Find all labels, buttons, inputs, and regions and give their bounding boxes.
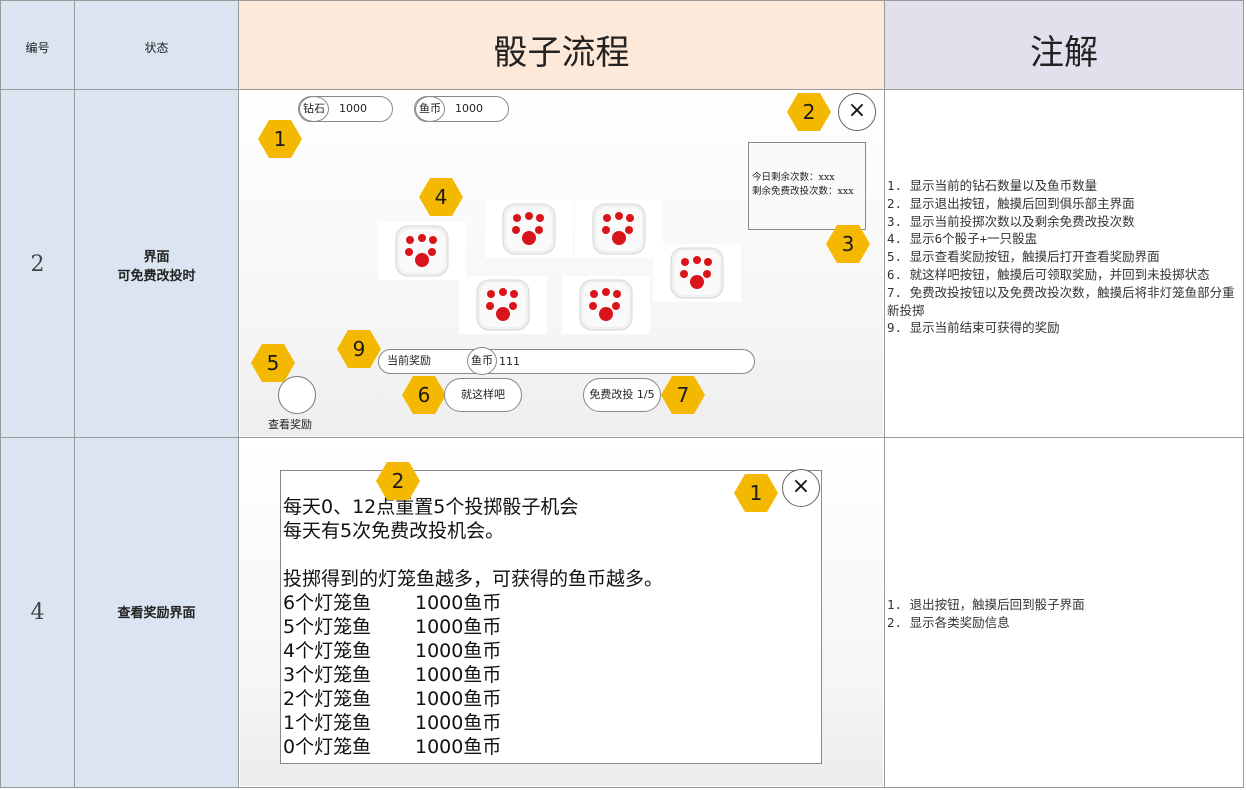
reward-row: 2个灯笼鱼 1000鱼币 xyxy=(283,687,663,711)
header-state-cell: 状态 xyxy=(74,0,239,90)
reward-blank xyxy=(283,543,663,567)
header-state: 状态 xyxy=(144,41,169,55)
free-reroll-button[interactable]: 免费改投 1/5 xyxy=(583,378,661,412)
reward-coins: 1000鱼币 xyxy=(415,592,502,614)
view-reward-button[interactable] xyxy=(278,376,316,414)
header-notes: 注解 xyxy=(1030,33,1098,73)
reward-row: 6个灯笼鱼 1000鱼币 xyxy=(283,591,663,615)
reward-row: 1个灯笼鱼 1000鱼币 xyxy=(283,711,663,735)
row4-notes-cell: 1. 退出按钮，触摸后回到骰子界面 2. 显示各类奖励信息 xyxy=(884,437,1244,788)
view-reward-label: 查看奖励 xyxy=(268,418,312,431)
fishcoin-counter: 鱼币 1000 xyxy=(414,96,509,122)
marker-5: 5 xyxy=(251,344,295,382)
reward-label: 当前奖励 xyxy=(387,354,431,367)
note-item: 4. 显示6个骰子+一只骰盅 xyxy=(887,231,1038,247)
reward-row: 3个灯笼鱼 1000鱼币 xyxy=(283,663,663,687)
row2-notes: 1. 显示当前的钻石数量以及鱼币数量 2. 显示退出按钮，触摸后回到俱乐部主界面… xyxy=(887,177,1239,337)
note-item: 9. 显示当前结束可获得的奖励 xyxy=(887,320,1060,336)
die-2 xyxy=(485,200,573,258)
die-6 xyxy=(562,276,650,334)
note-item: 5. 显示查看奖励按钮，触摸后打开查看奖励界面 xyxy=(887,249,1160,265)
row2-state-cell: 界面 可免费改投时 xyxy=(74,89,239,438)
reward-screen-mock: 每天0、12点重置5个投掷骰子机会 每天有5次免费改投机会。 投掷得到的灯笼鱼越… xyxy=(240,438,883,786)
row2-state-line1: 界面 xyxy=(143,250,170,265)
marker-3: 3 xyxy=(826,225,870,263)
reward-line1: 每天0、12点重置5个投掷骰子机会 xyxy=(283,496,579,518)
reward-value: 111 xyxy=(499,355,520,368)
row4-id: 4 xyxy=(30,600,45,625)
reward-row: 0个灯笼鱼 1000鱼币 xyxy=(283,735,663,759)
diamond-counter: 钻石 1000 xyxy=(298,96,393,122)
marker-2: 2 xyxy=(787,93,831,131)
reward-coins: 1000鱼币 xyxy=(415,688,502,710)
reward-fish: 6个灯笼鱼 xyxy=(283,592,372,614)
current-reward-bar: 当前奖励 鱼币 111 xyxy=(378,347,755,375)
row2-notes-cell: 1. 显示当前的钻石数量以及鱼币数量 2. 显示退出按钮，触摸后回到俱乐部主界面… xyxy=(884,89,1244,438)
row4-notes: 1. 退出按钮，触摸后回到骰子界面 2. 显示各类奖励信息 xyxy=(887,596,1239,632)
info-free-left: 剩余免费改投次数：xxx xyxy=(752,186,854,197)
reward-fish: 4个灯笼鱼 xyxy=(283,640,372,662)
note-item: 1. 退出按钮，触摸后回到骰子界面 xyxy=(887,597,1085,612)
row2-id-cell: 2 xyxy=(0,89,75,438)
die-1 xyxy=(378,222,466,280)
diamond-value: 1000 xyxy=(339,102,367,115)
die-5 xyxy=(459,276,547,334)
marker-4: 4 xyxy=(419,178,463,216)
header-flow-cell: 骰子流程 xyxy=(238,0,885,90)
reward-coin-label: 鱼币 xyxy=(467,347,497,375)
reward-line2: 每天有5次免费改投机会。 xyxy=(283,520,505,542)
reward-fish: 3个灯笼鱼 xyxy=(283,664,372,686)
reward-coins: 1000鱼币 xyxy=(415,664,502,686)
note-item: 1. 显示当前的钻石数量以及鱼币数量 xyxy=(887,178,1098,193)
reward-fish: 2个灯笼鱼 xyxy=(283,688,372,710)
fishcoin-label: 鱼币 xyxy=(415,96,445,122)
header-id-cell: 编号 xyxy=(0,0,75,90)
note-item: 7. 免费改投按钮以及免费改投次数，触摸后将非灯笼鱼部分重新投掷 xyxy=(887,284,1235,318)
reward-text: 每天0、12点重置5个投掷骰子机会 每天有5次免费改投机会。 投掷得到的灯笼鱼越… xyxy=(283,495,663,759)
row4-state-cell: 查看奖励界面 xyxy=(74,437,239,788)
diamond-label: 钻石 xyxy=(299,96,329,122)
reward-fish: 5个灯笼鱼 xyxy=(283,616,372,638)
reward-coins: 1000鱼币 xyxy=(415,712,502,734)
row2-state-line2: 可免费改投时 xyxy=(117,269,196,284)
reward-coins: 1000鱼币 xyxy=(415,736,502,758)
marker-1: 1 xyxy=(258,120,302,158)
marker-9: 9 xyxy=(337,330,381,368)
note-item: 3. 显示当前投掷次数以及剩余免费改投次数 xyxy=(887,213,1135,229)
die-3 xyxy=(575,200,663,258)
reward-row: 5个灯笼鱼 1000鱼币 xyxy=(283,615,663,639)
row4-state: 查看奖励界面 xyxy=(117,606,196,621)
accept-button[interactable]: 就这样吧 xyxy=(444,378,522,412)
reward-fish: 1个灯笼鱼 xyxy=(283,712,372,734)
row4-id-cell: 4 xyxy=(0,437,75,788)
marker-7: 7 xyxy=(661,376,705,414)
header-notes-cell: 注解 xyxy=(884,0,1244,90)
close-button[interactable]: × xyxy=(782,469,820,507)
note-item: 2. 显示退出按钮，触摸后回到俱乐部主界面 xyxy=(887,195,1135,211)
die-4 xyxy=(653,244,741,302)
info-today-left: 今日剩余次数：xxx xyxy=(752,172,835,183)
reward-coins: 1000鱼币 xyxy=(415,616,502,638)
reward-line3: 投掷得到的灯笼鱼越多，可获得的鱼币越多。 xyxy=(283,568,664,590)
reward-fish: 0个灯笼鱼 xyxy=(283,736,372,758)
note-item: 2. 显示各类奖励信息 xyxy=(887,614,1010,630)
fishcoin-value: 1000 xyxy=(455,102,483,115)
marker-6: 6 xyxy=(402,376,446,414)
throw-info-box: 今日剩余次数：xxx 剩余免费改投次数：xxx xyxy=(748,142,866,230)
close-button[interactable]: × xyxy=(838,93,876,131)
row2-state: 界面 可免费改投时 xyxy=(75,248,238,286)
reward-panel: 每天0、12点重置5个投掷骰子机会 每天有5次免费改投机会。 投掷得到的灯笼鱼越… xyxy=(280,470,822,764)
reward-coins: 1000鱼币 xyxy=(415,640,502,662)
note-item: 6. 就这样吧按钮，触摸后可领取奖励，并回到未投掷状态 xyxy=(887,266,1210,282)
dice-screen-mock: 钻石 1000 鱼币 1000 1 2 × 今日剩余次数：xxx 剩余免费改投次… xyxy=(240,90,883,436)
header-flow: 骰子流程 xyxy=(493,33,630,73)
row2-id: 2 xyxy=(30,252,45,277)
reward-row: 4个灯笼鱼 1000鱼币 xyxy=(283,639,663,663)
header-id: 编号 xyxy=(25,41,50,55)
